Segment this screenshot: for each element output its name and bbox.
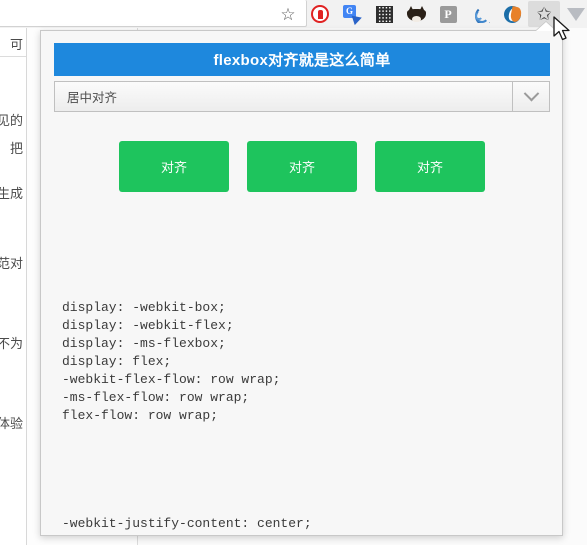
- cat-extension-icon[interactable]: [400, 1, 432, 27]
- google-translate-glyph: G: [343, 5, 364, 26]
- chevron-down-glyph: [523, 85, 539, 102]
- background-text-fragment: 把: [9, 141, 23, 156]
- background-text-fragment: 可: [9, 37, 23, 52]
- css-code-spacer: [62, 461, 532, 479]
- adblock-glyph: [311, 5, 329, 23]
- popup-pointer-arrow: [536, 22, 556, 31]
- droplet-icon[interactable]: [496, 1, 528, 27]
- alignment-select-value[interactable]: 居中对齐: [55, 82, 513, 111]
- cat-glyph: [406, 5, 426, 22]
- extension-star-glyph: ✩: [536, 4, 552, 24]
- align-button-1[interactable]: 对齐: [119, 141, 229, 192]
- browser-toolbar: ☆ G P ✩: [0, 0, 587, 29]
- alignment-select[interactable]: 居中对齐: [54, 81, 550, 112]
- droplet-glyph: [503, 5, 522, 23]
- align-button-3[interactable]: 对齐: [375, 141, 485, 192]
- popup-content: flexbox对齐就是这么简单 居中对齐 对齐 对齐 对齐 display: -…: [41, 31, 562, 535]
- background-divider: [0, 56, 26, 57]
- pocket-glyph: P: [439, 5, 457, 23]
- wifi-swirl-glyph: [471, 5, 490, 23]
- background-text-fragment: 不为: [0, 336, 23, 351]
- page-title: flexbox对齐就是这么简单: [54, 43, 550, 76]
- bookmark-star-glyph: ☆: [280, 4, 296, 24]
- background-text-fragment: 生成: [0, 186, 23, 201]
- css-code-block: display: -webkit-box; display: -webkit-f…: [62, 263, 532, 535]
- chevron-down-icon[interactable]: [513, 82, 549, 111]
- translate-arrow: [351, 12, 364, 26]
- qr-code-glyph: [375, 5, 393, 23]
- bookmark-star-icon[interactable]: ☆: [272, 1, 304, 27]
- background-text-fragment: 体验: [0, 416, 23, 431]
- align-button-2[interactable]: 对齐: [247, 141, 357, 192]
- overflow-chevron-icon[interactable]: [560, 1, 587, 27]
- background-left-column: 可 见的 把 生成 范对 不为 体验: [0, 28, 27, 545]
- extension-popup-panel: flexbox对齐就是这么简单 居中对齐 对齐 对齐 对齐 display: -…: [40, 30, 563, 536]
- address-bar[interactable]: [0, 0, 307, 27]
- css-code-group-2: -webkit-justify-content: center; -ms-fle…: [62, 516, 312, 535]
- wifi-swirl-icon[interactable]: [464, 1, 496, 27]
- adblock-icon[interactable]: [304, 1, 336, 27]
- pocket-icon[interactable]: P: [432, 1, 464, 27]
- background-text-fragment: 见的: [0, 113, 23, 128]
- css-code-group-1: display: -webkit-box; display: -webkit-f…: [62, 300, 281, 423]
- screen-root: 可 见的 把 生成 范对 不为 体验 ☆ G P ✩ flexbox对齐就是这么…: [0, 0, 587, 545]
- overflow-chevron-glyph: [567, 7, 585, 21]
- qr-code-icon[interactable]: [368, 1, 400, 27]
- align-button-row: 对齐 对齐 对齐: [54, 141, 550, 192]
- background-text-fragment: 范对: [0, 256, 23, 271]
- google-translate-icon[interactable]: G: [336, 1, 368, 27]
